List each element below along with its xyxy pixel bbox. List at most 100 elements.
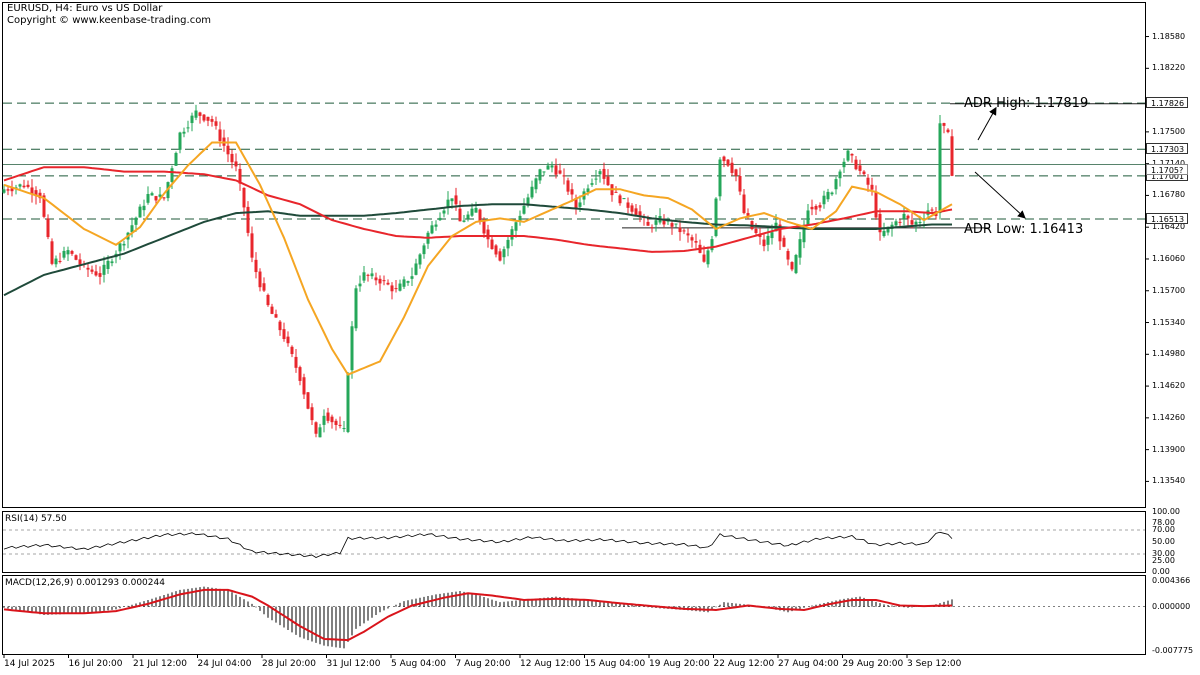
candle-body [530,186,534,198]
time-tick-label: 31 Jul 12:00 [326,659,381,669]
candle-body [754,228,758,234]
candle-body [54,258,58,265]
candle-body [390,285,394,292]
candle-body [894,221,898,226]
candle-body [766,235,770,245]
candle-body [70,251,74,254]
time-tick-label: 29 Aug 20:00 [842,659,904,669]
price-tick-label: 1.18580 [1152,31,1186,41]
macd-panel-frame [2,575,1146,655]
candle-body [262,283,266,291]
candle-body [702,254,706,262]
candle-body [714,198,718,237]
candle-body [94,271,98,276]
rsi-panel-frame [2,511,1146,573]
candle-body [674,223,678,225]
candle-body [538,169,542,181]
macd-label: MACD(12,26,9) 0.001293 0.000244 [5,578,165,588]
candle-body [862,171,866,175]
candle-body [874,191,878,218]
candle-body [106,260,110,269]
candle-body [170,168,174,182]
candle-body [350,326,354,371]
candle-body [898,221,902,223]
price-tick-label: 1.14620 [1152,381,1186,391]
time-tick-label: 19 Aug 20:00 [649,659,710,669]
candle-body [558,170,562,174]
candle-body [386,282,390,285]
candle-body [822,195,826,205]
candle-body [210,119,214,122]
candle-body [942,123,946,126]
candle-body [110,261,114,264]
candle-body [854,159,858,170]
candle-body [474,207,478,213]
main-panel-frame [2,2,1146,508]
candle-body [302,377,306,395]
candle-body [950,136,954,176]
candle-body [394,288,398,290]
price-tick-label: 1.14980 [1152,349,1186,359]
candle-body [330,416,334,423]
adr-high-arrow [977,106,997,141]
candle-body [806,210,810,225]
candle-body [154,196,158,201]
time-tick-label: 5 Aug 04:00 [391,659,446,669]
candle-body [634,208,638,215]
candle-body [370,273,374,277]
candle-body [730,162,734,173]
candle-body [706,250,710,265]
time-tick-label: 22 Aug 12:00 [713,659,775,669]
candle-body [226,145,230,155]
candle-body [418,254,422,265]
time-tick-label: 27 Aug 04:00 [778,659,839,669]
candle-body [542,171,546,173]
current-price-badge: 1.1705? [1146,163,1188,175]
adr-high-label: ADR High: 1.17819 [964,96,1089,111]
candle-body [794,255,798,274]
candle-body [670,223,674,227]
candle-body [362,272,366,281]
candle-body [534,178,538,190]
moving-averages [3,141,953,376]
candle-body [278,321,282,331]
candle-body [398,283,402,291]
candle-body [734,169,738,176]
candle-body [374,277,378,281]
candle-body [858,165,862,171]
candle-body [118,243,122,252]
candle-body [18,184,22,187]
candle-body [458,208,462,222]
rsi-tick-label: 50.00 [1152,537,1175,546]
candle-body [602,168,606,179]
time-tick-label: 15 Aug 04:00 [584,659,646,669]
candle-body [650,227,654,229]
candle-body [178,132,182,150]
rsi-tick-label: 100.00 [1152,507,1180,516]
candle-body [66,250,70,255]
candle-body [770,232,774,239]
candle-body [506,239,510,249]
candle-body [834,179,838,190]
candle-body [850,153,854,156]
candle-body [410,276,414,279]
candle-body [554,165,558,175]
candle-body [846,150,850,161]
candle-body [358,283,362,287]
candle-body [134,217,138,225]
candle-body [214,121,218,126]
rsi-tick-label: 70.00 [1152,525,1175,534]
candle-body [26,184,30,187]
candle-body [914,221,918,225]
candle-body [150,193,154,196]
candle-body [406,281,410,283]
candle-body [78,259,82,265]
copyright-text: Copyright © www.keenbase-trading.com [7,15,212,26]
candle-body [198,112,202,116]
candle-body [190,115,194,124]
candle-body [718,159,722,197]
candle-body [678,227,682,233]
candle-body [318,427,322,438]
time-tick-label: 21 Jul 12:00 [133,659,187,669]
candle-body [590,183,594,185]
